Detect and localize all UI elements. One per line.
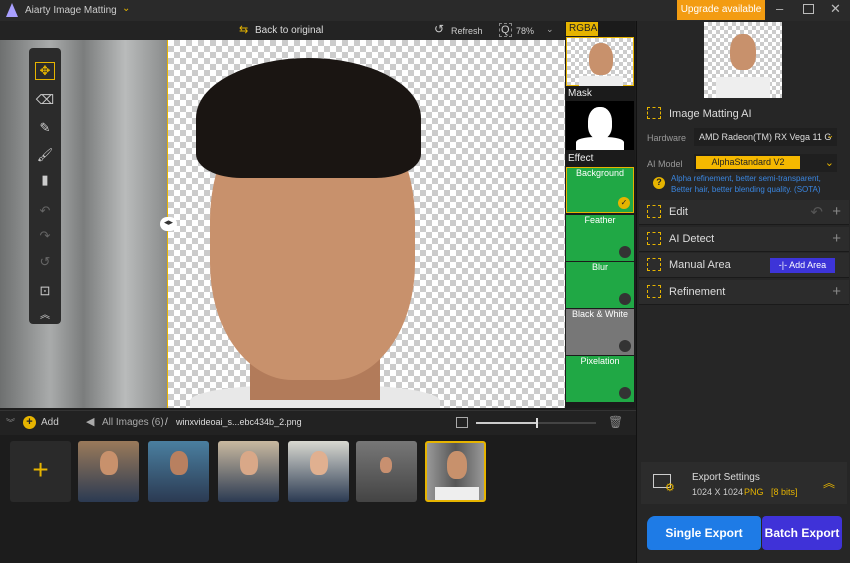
- rgba-label: RGBA: [566, 22, 598, 36]
- move-tool-icon[interactable]: ✥: [35, 62, 55, 80]
- section-refinement[interactable]: Refinement +: [639, 280, 849, 305]
- export-format: PNG: [744, 487, 764, 497]
- compare-handle[interactable]: ◂▸: [160, 217, 177, 231]
- export-settings[interactable]: ⚙ Export Settings 1024 X 1024 PNG [8 bit…: [641, 462, 847, 504]
- refresh-icon: ↺: [434, 22, 445, 36]
- ai-model-select[interactable]: AlphaStandard V2 ⌄: [694, 154, 837, 172]
- minimize-button[interactable]: –: [776, 1, 783, 16]
- matting-title: Image Matting AI: [669, 108, 752, 120]
- plus-icon[interactable]: +: [832, 203, 841, 220]
- right-panel: Image Matting AI Hardware AMD Radeon(TM)…: [636, 21, 850, 563]
- effect-pixelation[interactable]: Pixelation: [566, 356, 634, 402]
- app-logo-icon: [6, 3, 18, 17]
- current-filename: winxvideoai_s...ebc434b_2.png: [176, 417, 302, 427]
- expand-up-icon[interactable]: ︽: [823, 474, 835, 491]
- zoom-dropdown-icon[interactable]: ⌄: [546, 24, 554, 35]
- section-ai-detect[interactable]: AI Detect +: [639, 227, 849, 252]
- export-size: 1024 X 1024: [692, 487, 744, 497]
- redo-icon[interactable]: ↷: [35, 228, 55, 246]
- delete-icon[interactable]: 🗑: [608, 415, 623, 429]
- mask-label: Mask: [568, 88, 592, 99]
- image-matting-ai-icon: [647, 107, 661, 119]
- preview-strip: RGBA Mask Effect Background ✓ Feather Blu…: [565, 21, 635, 408]
- brush-tool-icon[interactable]: ✎: [35, 120, 55, 138]
- effect-label: Effect: [568, 153, 594, 164]
- gear-icon: ⚙: [665, 482, 675, 494]
- original-image-side: [0, 40, 168, 408]
- export-bits: [8 bits]: [771, 487, 798, 497]
- batch-export-button[interactable]: Batch Export: [762, 516, 842, 550]
- plus-icon[interactable]: +: [832, 230, 841, 247]
- breadcrumb-separator: /: [165, 417, 168, 428]
- hardware-label: Hardware: [647, 133, 687, 143]
- back-to-original-icon: ⇆: [239, 24, 249, 36]
- upgrade-button[interactable]: Upgrade available: [677, 0, 765, 20]
- model-description: Alpha refinement, better semi-transparen…: [671, 174, 821, 194]
- image-list-bar: ︾ + Add ◀ All Images (6) / winxvideoai_s…: [0, 410, 636, 435]
- thumbnail[interactable]: [356, 441, 417, 502]
- eraser-tool-icon[interactable]: ⌫: [35, 92, 55, 110]
- image-thumbnails: +: [0, 435, 636, 563]
- subject-hair: [196, 58, 421, 178]
- undo-icon[interactable]: ↶: [35, 203, 55, 221]
- maximize-button[interactable]: [803, 4, 814, 14]
- canvas-toolbar: ⇆ Back to original ↺ Refresh Q 78% ⌄: [0, 21, 565, 40]
- thumbnail-selected[interactable]: [425, 441, 486, 502]
- thumbnail[interactable]: [218, 441, 279, 502]
- close-button[interactable]: ✕: [830, 1, 841, 17]
- add-button[interactable]: Add: [41, 417, 59, 428]
- thumbnail-size-icon: [456, 417, 468, 428]
- refinement-icon: [647, 285, 661, 298]
- hardware-select[interactable]: AMD Radeon(TM) RX Vega 11 G ⌄: [694, 128, 837, 146]
- chevron-down-icon: ⌄: [824, 157, 834, 169]
- result-preview: [704, 22, 782, 98]
- ai-model-label: AI Model: [647, 159, 683, 169]
- effect-black-white[interactable]: Black & White: [566, 309, 634, 355]
- rgba-preview[interactable]: [566, 37, 634, 86]
- roller-tool-icon[interactable]: ▮: [35, 172, 55, 190]
- add-image-tile[interactable]: +: [10, 441, 71, 502]
- edit-icon: [647, 205, 661, 218]
- thumbnail[interactable]: [78, 441, 139, 502]
- edit-tool-palette: ✥ ⌫ ✎ 🖌 ▮ ↶ ↷ ↺ ⊡ ︽: [29, 48, 61, 324]
- section-edit[interactable]: Edit ↶ +: [639, 200, 849, 225]
- section-manual-area[interactable]: Manual Area -|- Add Area: [639, 253, 849, 278]
- manual-area-icon: [647, 258, 661, 271]
- chevron-down-icon: ⌄: [826, 130, 834, 140]
- app-menu-chevron-icon[interactable]: ⌄: [122, 3, 130, 14]
- image-canvas[interactable]: ◂▸ ✥ ⌫ ✎ 🖌 ▮ ↶ ↷ ↺ ⊡ ︽: [0, 40, 565, 408]
- back-to-original-button[interactable]: Back to original: [255, 25, 323, 36]
- ai-detect-icon: [647, 232, 661, 245]
- plus-icon[interactable]: +: [832, 283, 841, 300]
- collapse-icon[interactable]: ︽: [35, 306, 55, 324]
- fit-screen-icon[interactable]: ⊡: [35, 283, 55, 301]
- crosshair-icon: -|-: [778, 260, 788, 270]
- mask-preview[interactable]: [566, 101, 634, 150]
- thumbnail[interactable]: [288, 441, 349, 502]
- effect-feather[interactable]: Feather: [566, 215, 634, 261]
- title-bar: Aiarty Image Matting ⌄ Upgrade available…: [0, 0, 850, 21]
- add-area-button[interactable]: -|- Add Area: [770, 258, 835, 273]
- help-icon[interactable]: ?: [653, 177, 665, 189]
- thumbnail-size-slider[interactable]: [476, 418, 596, 428]
- single-export-button[interactable]: Single Export: [647, 516, 761, 550]
- reset-icon[interactable]: ↺: [35, 254, 55, 272]
- paint-tool-icon[interactable]: 🖌: [35, 147, 55, 165]
- zoom-level[interactable]: 78%: [516, 26, 534, 36]
- all-images-link[interactable]: All Images (6): [102, 417, 164, 428]
- app-title: Aiarty Image Matting: [25, 5, 117, 16]
- effect-blur[interactable]: Blur: [566, 262, 634, 308]
- effect-background[interactable]: Background ✓: [566, 167, 634, 213]
- refresh-button[interactable]: Refresh: [451, 26, 483, 36]
- selected-check-icon: ✓: [618, 197, 630, 209]
- edit-undo-icon[interactable]: ↶: [810, 203, 823, 221]
- add-icon[interactable]: +: [23, 416, 36, 429]
- back-arrow-icon[interactable]: ◀: [86, 415, 94, 428]
- zoom-icon: Q: [499, 23, 512, 37]
- export-title: Export Settings: [692, 472, 760, 483]
- thumbnail[interactable]: [148, 441, 209, 502]
- collapse-chevron-icon[interactable]: ︾: [6, 416, 15, 429]
